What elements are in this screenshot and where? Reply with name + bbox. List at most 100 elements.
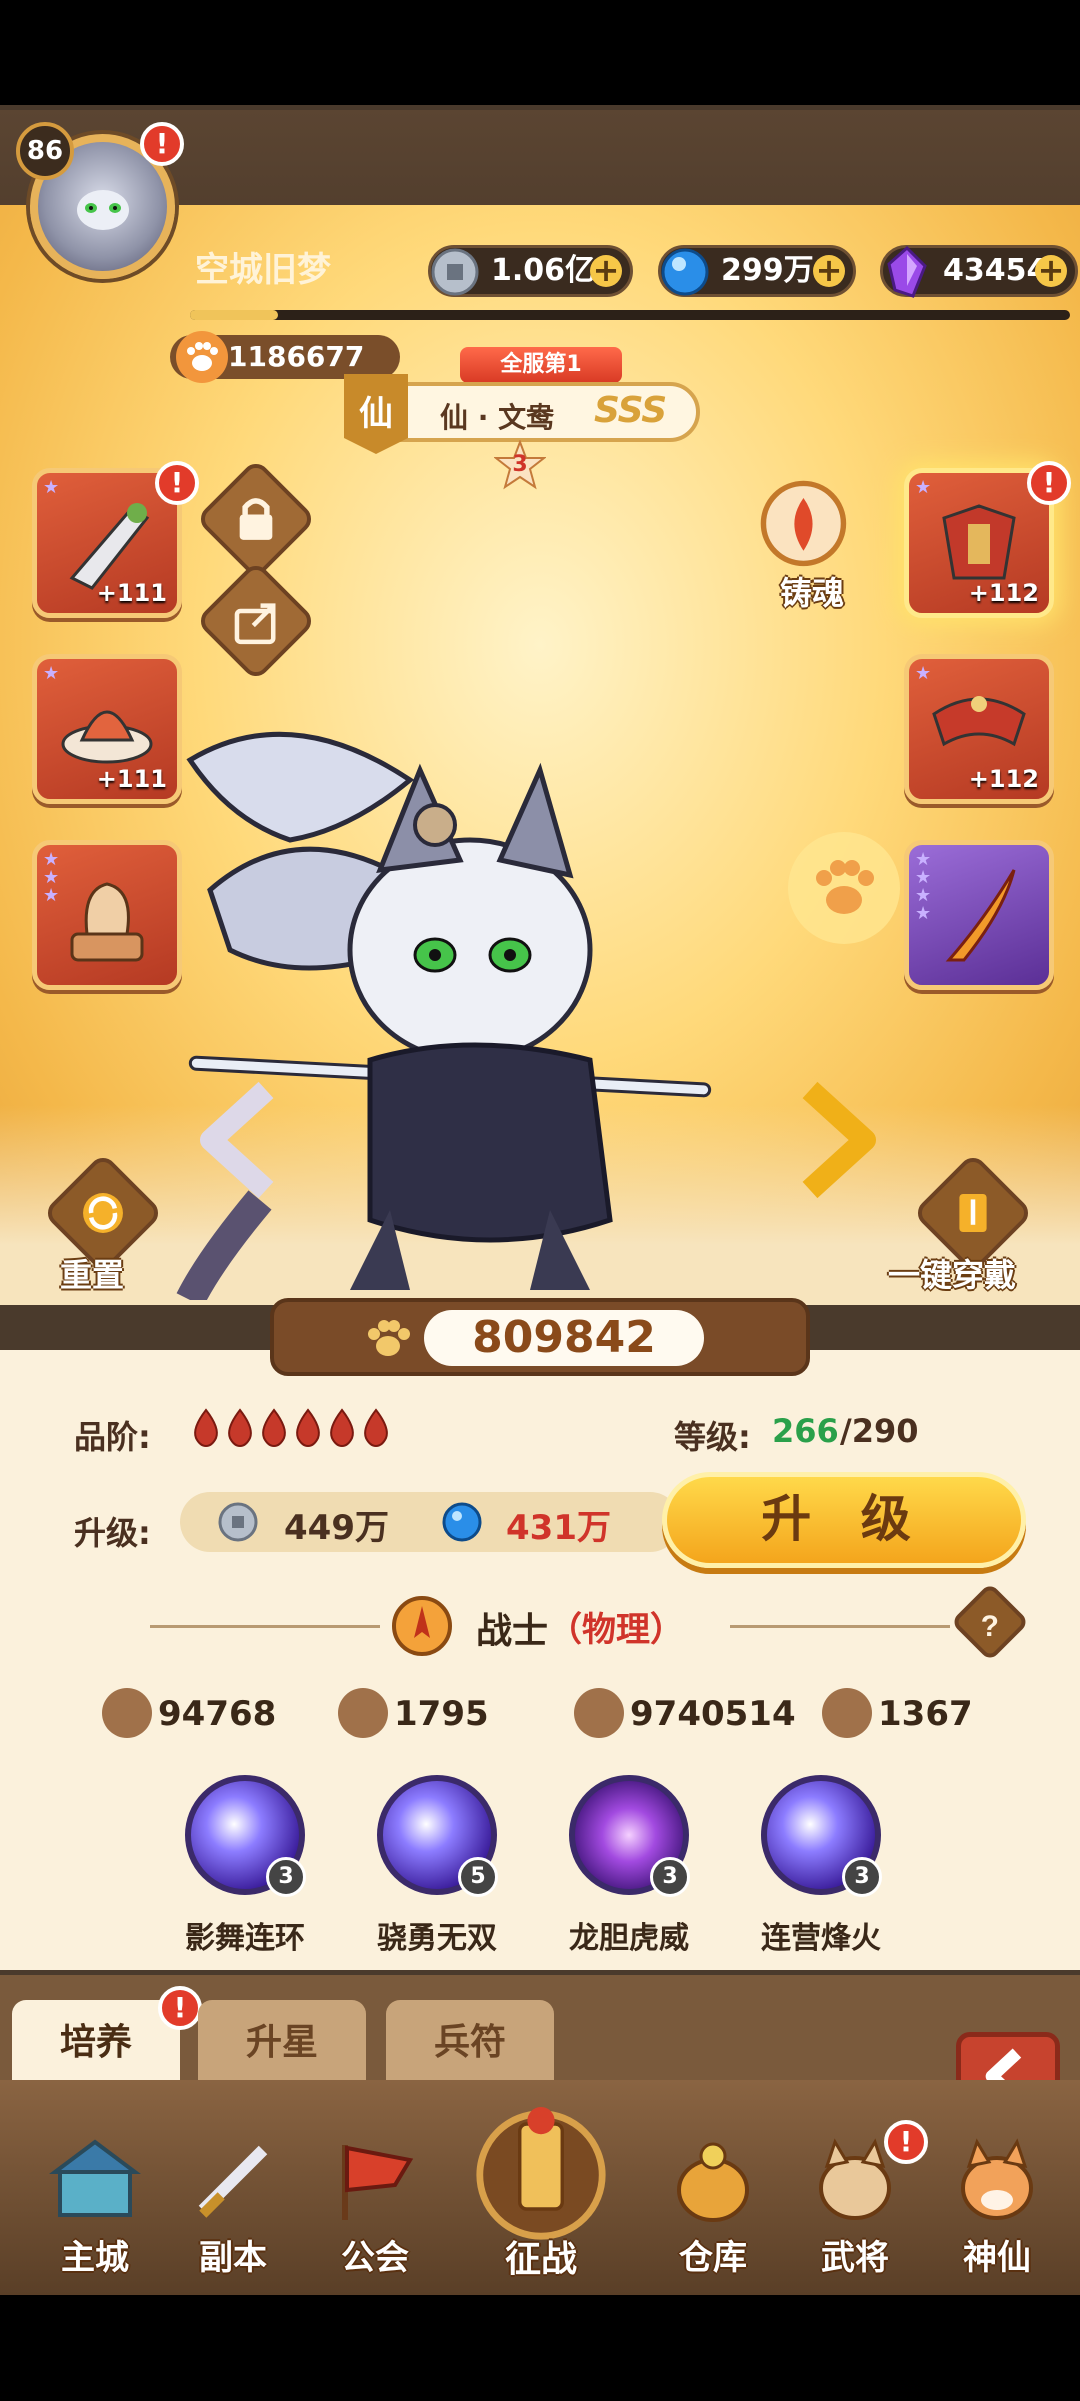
- defense-value: 1795: [394, 1694, 489, 1734]
- tab-troop-token[interactable]: 兵符: [386, 2000, 554, 2086]
- cultivate-alert-icon: !: [158, 1986, 202, 2030]
- skill-3[interactable]: 3 龙胆虎威: [564, 1775, 694, 1956]
- coin-icon: [431, 248, 479, 296]
- upgrade-label: 升级:: [74, 1514, 151, 1552]
- skill-name: 骁勇无双: [377, 1921, 497, 1956]
- coin-currency[interactable]: 1.06亿 +: [428, 245, 633, 297]
- coin-icon: [218, 1502, 258, 1542]
- nav-main-city[interactable]: 主城: [30, 2130, 160, 2290]
- weapon-level: +111: [96, 579, 167, 607]
- nav-immortal[interactable]: 神仙: [932, 2130, 1062, 2290]
- forge-soul-icon: [760, 480, 847, 567]
- lock-icon: [239, 498, 273, 540]
- nav-warehouse[interactable]: 仓库: [648, 2130, 778, 2290]
- avatar-alert-icon: !: [140, 122, 184, 166]
- nav-battle[interactable]: 征战: [456, 2090, 626, 2290]
- attack-value: 94768: [158, 1694, 277, 1734]
- player-power: 1186677: [170, 331, 400, 383]
- level-label: 等级:: [674, 1418, 751, 1456]
- prev-hero-arrow-icon[interactable]: [196, 1080, 276, 1200]
- class-name: 战士: [476, 1611, 549, 1652]
- hero-name: 仙 · 文鸯: [440, 401, 555, 434]
- skill-2[interactable]: 5 骁勇无双: [372, 1775, 502, 1956]
- boot-stat-icon: [822, 1688, 872, 1738]
- skill-level: 3: [266, 1857, 306, 1897]
- nav-generals[interactable]: 武将 !: [790, 2120, 928, 2290]
- quality-label: 品阶:: [74, 1418, 151, 1456]
- equip-slot-blade[interactable]: ★ ★ ★ ★: [904, 840, 1054, 990]
- hero-type-badge: 仙: [344, 374, 408, 454]
- speed-stat: 1367: [822, 1688, 1022, 1738]
- purple-crystal-icon: [887, 245, 927, 298]
- nav-label: 武将: [821, 2238, 889, 2278]
- cat-immortal-icon: [961, 2138, 1033, 2220]
- hero-grade: SSS: [594, 390, 667, 431]
- tab-star-up[interactable]: 升星: [198, 2000, 366, 2086]
- nav-label: 公会: [341, 2238, 409, 2278]
- warrior-class-icon: [392, 1596, 452, 1656]
- player-level-badge: 86: [16, 122, 74, 180]
- coin-add-button[interactable]: +: [590, 254, 622, 287]
- quality-flame-icon: [364, 1408, 388, 1448]
- xp-bar: [190, 310, 1070, 320]
- tab-cultivate[interactable]: 培养: [12, 2000, 180, 2086]
- helmet-level: +111: [96, 765, 167, 793]
- orb-add-button[interactable]: +: [813, 254, 845, 287]
- quality-flame-icon: [228, 1408, 252, 1448]
- crystal-add-button[interactable]: +: [1035, 254, 1067, 287]
- nav-label: 仓库: [679, 2238, 747, 2278]
- forge-soul-button[interactable]: 铸魂: [758, 478, 868, 618]
- combat-power-banner: 809842: [270, 1298, 810, 1376]
- bag-icon: [677, 2142, 749, 2222]
- sword-icon: [198, 2145, 268, 2218]
- paw-icon: [368, 1320, 410, 1356]
- crystal-value: 43454: [943, 253, 1048, 288]
- equip-slot-helmet[interactable]: ★ +111: [32, 654, 182, 804]
- quality-flames: [190, 1408, 394, 1452]
- server-rank-tag: 全服第1: [460, 347, 622, 383]
- question-icon: ?: [981, 1610, 999, 1643]
- shield-stat-icon: [338, 1688, 388, 1738]
- help-button[interactable]: ?: [950, 1582, 1030, 1662]
- nav-dungeon[interactable]: 副本: [168, 2130, 298, 2290]
- svg-text:?: ?: [981, 1610, 999, 1643]
- equip-all-button[interactable]: 一键穿戴: [888, 1152, 1070, 1300]
- crystal-currency[interactable]: 43454 +: [880, 245, 1078, 298]
- level-max: /290: [840, 1412, 919, 1450]
- level-current: 266: [772, 1412, 839, 1450]
- combat-power-value: 809842: [424, 1310, 704, 1366]
- equip-slot-mount[interactable]: ★ ★ ★: [32, 840, 182, 990]
- player-power-value: 1186677: [228, 340, 365, 373]
- skill-1[interactable]: 3 影舞连环: [180, 1775, 310, 1956]
- nav-label: 征战: [504, 2239, 577, 2280]
- hp-stat: 9740514: [574, 1688, 814, 1738]
- skill-level: 3: [650, 1857, 690, 1897]
- player-avatar-area[interactable]: 86 !: [16, 122, 184, 282]
- attack-stat: 94768: [102, 1688, 302, 1738]
- blue-orb-icon: [442, 1502, 482, 1542]
- upgrade-button[interactable]: 升 级: [662, 1472, 1026, 1568]
- orb-value: 299万: [721, 253, 814, 288]
- weapon-alert-icon: !: [155, 461, 199, 505]
- equip-icon: [959, 1193, 987, 1233]
- equip-all-label: 一键穿戴: [888, 1256, 1017, 1294]
- cat-face-icon: [77, 190, 129, 230]
- armor-alert-icon: !: [1027, 461, 1071, 505]
- equip-slot-shoulder[interactable]: ★ +112: [904, 654, 1054, 804]
- equip-slot-armor[interactable]: ★ +112 !: [904, 461, 1071, 618]
- cost-orb: 431万: [506, 1508, 611, 1548]
- reset-button[interactable]: 重置: [40, 1152, 180, 1300]
- next-hero-arrow-icon[interactable]: [800, 1080, 880, 1200]
- hp-value: 9740514: [630, 1694, 796, 1734]
- city-icon: [49, 2139, 141, 2217]
- skill-4[interactable]: 3 连营烽火: [756, 1775, 886, 1956]
- orb-currency[interactable]: 299万 +: [658, 245, 856, 297]
- heart-stat-icon: [574, 1688, 624, 1738]
- quality-flame-icon: [194, 1408, 218, 1448]
- nav-guild[interactable]: 公会: [310, 2130, 440, 2290]
- player-name: 空城旧梦: [195, 250, 331, 290]
- paw-glow-icon: [788, 832, 900, 944]
- equip-slot-weapon[interactable]: ★ +111 !: [32, 461, 199, 618]
- defense-stat: 1795: [338, 1688, 538, 1738]
- speed-value: 1367: [878, 1694, 973, 1734]
